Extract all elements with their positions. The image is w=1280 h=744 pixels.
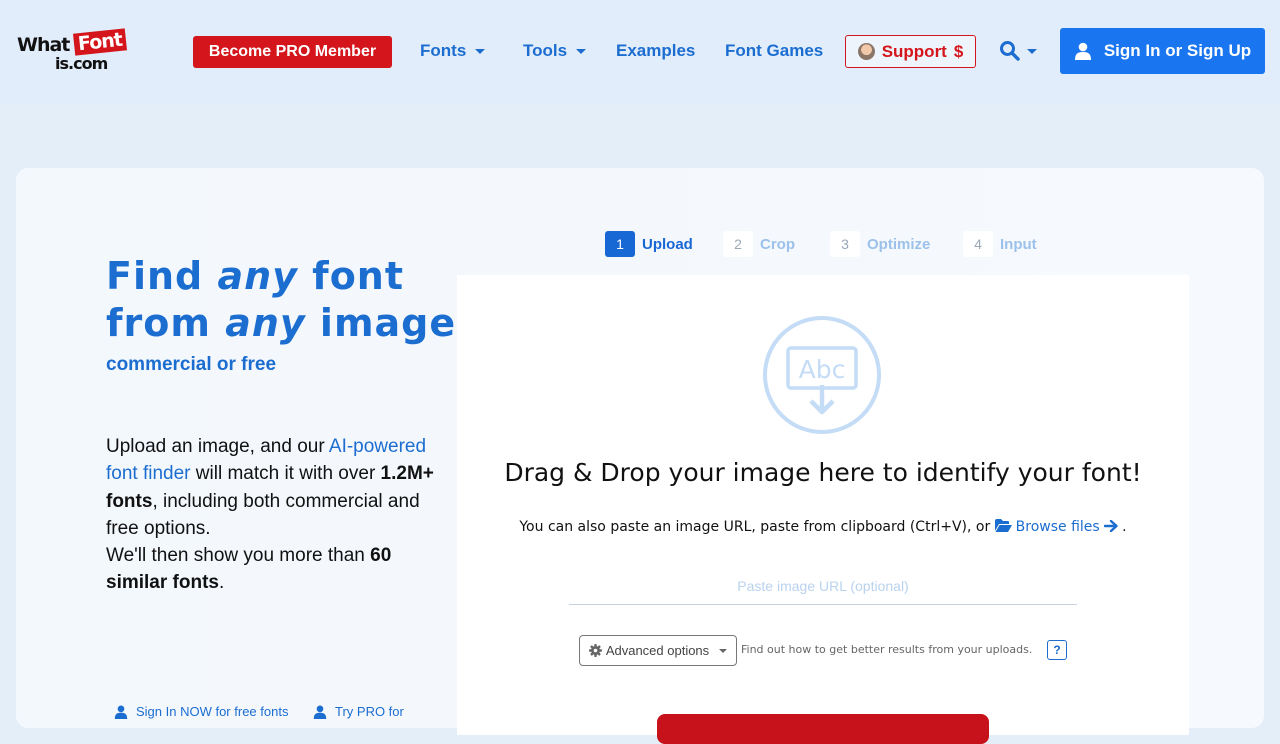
sign-in-button[interactable]: Sign In or Sign Up <box>1060 28 1265 74</box>
search-button[interactable] <box>999 39 1039 63</box>
hero-subtitle: commercial or free <box>106 354 277 375</box>
advanced-options-label: Advanced options <box>605 643 710 658</box>
search-icon <box>1000 41 1020 61</box>
hero-description: Upload an image, and our AI-powered font… <box>106 433 446 597</box>
hero-title-line-2: from any image <box>106 301 456 345</box>
avatar <box>857 43 875 60</box>
user-icon <box>114 705 128 719</box>
step-label: Crop <box>760 235 795 253</box>
upload-hint: Find out how to get better results from … <box>741 643 1033 656</box>
browse-files-link[interactable]: Browse files <box>994 519 1118 535</box>
gear-icon <box>588 644 602 657</box>
paste-end: . <box>1117 519 1127 535</box>
nav-fonts-label: Fonts <box>420 41 467 60</box>
image-url-input[interactable] <box>569 567 1077 605</box>
try-pro-link[interactable]: Try PRO for <box>313 704 404 719</box>
desc-text: . <box>218 572 225 594</box>
help-button[interactable]: ? <box>1047 640 1067 660</box>
hero-emphasis: any <box>217 254 298 298</box>
paste-text: You can also paste an image URL, paste f… <box>519 519 995 535</box>
hero-text: image <box>305 301 457 345</box>
sign-in-free-fonts-label: Sign In NOW for free fonts <box>136 704 289 719</box>
step-number: 4 <box>963 231 993 257</box>
advanced-options-button[interactable]: Advanced options <box>579 635 737 666</box>
step-label: Input <box>1000 235 1037 253</box>
upload-submit-button[interactable] <box>657 714 989 744</box>
sign-in-free-fonts-link[interactable]: Sign In NOW for free fonts <box>114 704 288 719</box>
support-button[interactable]: Support $ <box>845 35 976 68</box>
step-number: 1 <box>605 231 635 257</box>
nav-tools[interactable]: Tools <box>523 40 587 62</box>
step-input[interactable]: 4 Input <box>963 231 1037 257</box>
chevron-down-icon <box>1027 48 1037 54</box>
arrow-right-icon <box>1103 519 1118 533</box>
hero-emphasis: any <box>225 301 306 345</box>
abc-icon-text: Abc <box>799 355 846 384</box>
step-upload[interactable]: 1 Upload <box>605 231 693 257</box>
sign-in-label: Sign In or Sign Up <box>1103 41 1252 60</box>
dollar-icon: $ <box>953 41 964 61</box>
logo-what: What <box>17 34 70 56</box>
logo-is: is.com <box>55 54 108 73</box>
nav-font-games[interactable]: Font Games <box>725 40 823 62</box>
desc-text: We'll then show you more than <box>106 545 371 567</box>
support-label: Support <box>881 41 947 61</box>
step-label: Upload <box>642 235 693 253</box>
hero-text: from <box>106 301 226 345</box>
nav-fonts[interactable]: Fonts <box>420 40 486 62</box>
chevron-down-icon <box>475 48 486 54</box>
hero-text: Find <box>106 254 218 298</box>
desc-text: Upload an image, and our <box>106 436 329 457</box>
paste-instructions: You can also paste an image URL, paste f… <box>457 519 1189 535</box>
chevron-down-icon <box>576 48 587 54</box>
step-number: 2 <box>723 231 753 257</box>
user-icon <box>1074 42 1091 60</box>
hero-title-line-1: Find any font <box>106 254 404 298</box>
nav-examples[interactable]: Examples <box>616 40 695 62</box>
become-pro-button[interactable]: Become PRO Member <box>193 36 392 68</box>
abc-upload-icon: Abc <box>763 316 881 434</box>
chevron-down-icon <box>719 648 728 653</box>
browse-files-label: Browse files <box>1015 519 1100 535</box>
step-optimize[interactable]: 3 Optimize <box>830 231 930 257</box>
desc-text: will match it with over <box>190 463 381 485</box>
hero-text: font <box>297 254 405 298</box>
site-logo[interactable]: What Font is.com <box>17 28 135 74</box>
step-crop[interactable]: 2 Crop <box>723 231 795 257</box>
try-pro-label: Try PRO for <box>335 704 404 719</box>
logo-font: Font <box>72 28 127 56</box>
nav-tools-label: Tools <box>523 41 568 60</box>
desc-text: , including both commercial and free opt… <box>106 490 420 539</box>
step-number: 3 <box>830 231 860 257</box>
user-icon <box>313 705 327 719</box>
dropzone-title: Drag & Drop your image here to identify … <box>504 458 1142 487</box>
step-label: Optimize <box>867 235 931 253</box>
folder-open-icon <box>994 519 1012 532</box>
